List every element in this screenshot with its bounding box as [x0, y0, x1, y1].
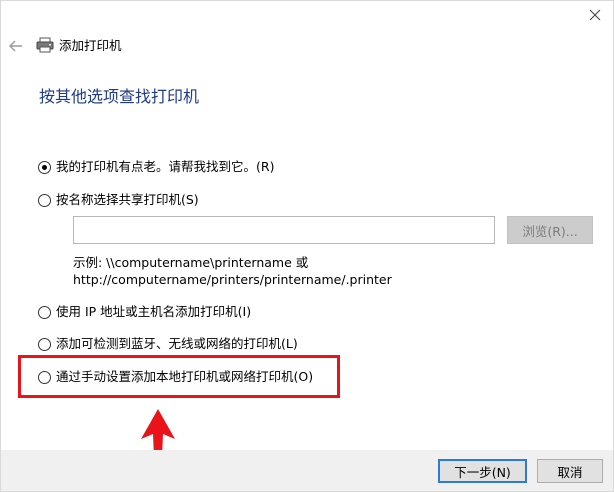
- next-button[interactable]: 下一步(N): [438, 459, 527, 483]
- close-icon: [589, 9, 601, 21]
- option-bluetooth-wireless[interactable]: 添加可检测到蓝牙、无线或网络的打印机(L): [38, 335, 298, 353]
- highlight-annotation-box: [18, 355, 340, 398]
- example-text-line1: 示例: \\computername\printername 或: [73, 255, 309, 270]
- option-ip-hostname-label: 使用 IP 地址或主机名添加打印机(I): [56, 304, 252, 319]
- printer-icon: [36, 37, 54, 53]
- page-heading: 按其他选项查找打印机: [39, 87, 200, 106]
- example-text-line2: http://computername/printers/printername…: [73, 272, 392, 287]
- back-button[interactable]: [6, 36, 26, 56]
- shared-printer-name-input[interactable]: [73, 216, 495, 244]
- radio-ip-hostname[interactable]: [38, 305, 51, 319]
- radio-bluetooth-wireless[interactable]: [38, 337, 51, 351]
- option-shared-by-name[interactable]: 按名称选择共享打印机(S): [38, 191, 199, 209]
- option-old-printer[interactable]: 我的打印机有点老。请帮我找到它。(R): [38, 158, 274, 176]
- browse-button[interactable]: 浏览(R)...: [507, 216, 593, 244]
- close-button[interactable]: [580, 2, 610, 28]
- radio-old-printer[interactable]: [38, 160, 51, 174]
- option-ip-hostname[interactable]: 使用 IP 地址或主机名添加打印机(I): [38, 303, 251, 321]
- back-arrow-icon: [9, 40, 22, 52]
- radio-shared-by-name[interactable]: [38, 193, 51, 207]
- option-old-printer-label: 我的打印机有点老。请帮我找到它。(R): [56, 159, 275, 174]
- option-bluetooth-wireless-label: 添加可检测到蓝牙、无线或网络的打印机(L): [56, 336, 298, 351]
- dialog-window: [0, 0, 614, 492]
- window-title: 添加打印机: [59, 38, 122, 53]
- cancel-button[interactable]: 取消: [537, 459, 603, 483]
- option-shared-by-name-label: 按名称选择共享打印机(S): [56, 192, 199, 207]
